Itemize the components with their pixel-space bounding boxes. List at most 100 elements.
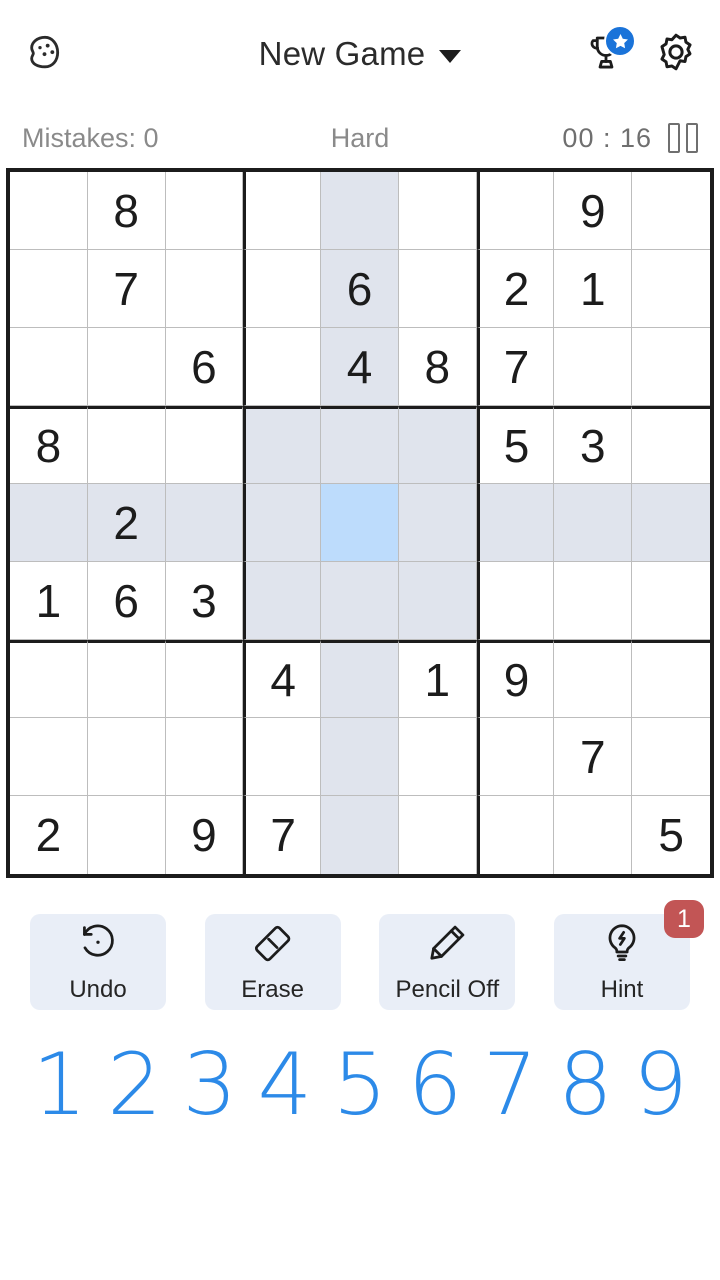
sudoku-cell-r6c2[interactable]: 6 xyxy=(87,562,166,640)
erase-button[interactable]: Erase xyxy=(204,914,341,1010)
sudoku-cell-r2c6[interactable] xyxy=(398,250,477,328)
numpad-key-3[interactable]: 3 xyxy=(172,1042,247,1128)
undo-button[interactable]: Undo xyxy=(30,914,166,1010)
sudoku-cell-r9c6[interactable] xyxy=(398,796,477,874)
sudoku-cell-r6c1[interactable]: 1 xyxy=(10,562,88,640)
numpad-key-2[interactable]: 2 xyxy=(97,1042,172,1128)
sudoku-cell-r4c1[interactable]: 8 xyxy=(10,406,88,484)
sudoku-cell-r1c9[interactable] xyxy=(632,172,710,250)
sudoku-cell-r9c9[interactable]: 5 xyxy=(632,796,710,874)
numpad-key-9[interactable]: 9 xyxy=(623,1042,698,1128)
sudoku-cell-r3c3[interactable]: 6 xyxy=(165,328,244,406)
sudoku-cell-r8c6[interactable] xyxy=(398,718,477,796)
sudoku-cell-r1c3[interactable] xyxy=(165,172,244,250)
sudoku-cell-r4c3[interactable] xyxy=(165,406,244,484)
numpad-key-5[interactable]: 5 xyxy=(322,1042,397,1128)
numpad-key-1[interactable]: 1 xyxy=(22,1042,97,1128)
sudoku-cell-r8c1[interactable] xyxy=(10,718,88,796)
sudoku-cell-r5c9[interactable] xyxy=(632,484,710,562)
sudoku-cell-r4c6[interactable] xyxy=(398,406,477,484)
sudoku-cell-r7c3[interactable] xyxy=(165,640,244,718)
sudoku-cell-r5c8[interactable] xyxy=(554,484,633,562)
sudoku-cell-r4c2[interactable] xyxy=(87,406,166,484)
sudoku-cell-r4c8[interactable]: 3 xyxy=(554,406,633,484)
new-game-dropdown-button[interactable]: New Game xyxy=(259,35,462,73)
hint-button[interactable]: 1 Hint xyxy=(553,900,704,1010)
sudoku-cell-r6c3[interactable]: 3 xyxy=(165,562,244,640)
sudoku-cell-r7c7[interactable]: 9 xyxy=(476,640,555,718)
sudoku-cell-r3c4[interactable] xyxy=(243,328,322,406)
numpad-key-6[interactable]: 6 xyxy=(398,1042,473,1128)
sudoku-cell-r6c6[interactable] xyxy=(398,562,477,640)
sudoku-cell-r3c8[interactable] xyxy=(554,328,633,406)
sudoku-cell-r7c5[interactable] xyxy=(321,640,399,718)
sudoku-cell-r6c8[interactable] xyxy=(554,562,633,640)
theme-palette-button[interactable] xyxy=(18,27,72,81)
sudoku-cell-r8c4[interactable] xyxy=(243,718,322,796)
sudoku-cell-r5c5[interactable] xyxy=(321,484,399,562)
sudoku-cell-r8c8[interactable]: 7 xyxy=(554,718,633,796)
sudoku-cell-r6c4[interactable] xyxy=(243,562,322,640)
sudoku-cell-r7c4[interactable]: 4 xyxy=(243,640,322,718)
sudoku-cell-r7c6[interactable]: 1 xyxy=(398,640,477,718)
number-pad[interactable]: 123456789 xyxy=(0,1010,720,1128)
sudoku-cell-r5c4[interactable] xyxy=(243,484,322,562)
sudoku-cell-r5c3[interactable] xyxy=(165,484,244,562)
sudoku-cell-r9c4[interactable]: 7 xyxy=(243,796,322,874)
sudoku-cell-r7c8[interactable] xyxy=(554,640,633,718)
sudoku-cell-r3c2[interactable] xyxy=(87,328,166,406)
sudoku-cell-r3c5[interactable]: 4 xyxy=(321,328,399,406)
sudoku-cell-r1c4[interactable] xyxy=(243,172,322,250)
sudoku-cell-r1c6[interactable] xyxy=(398,172,477,250)
sudoku-cell-r2c5[interactable]: 6 xyxy=(321,250,399,328)
sudoku-cell-r5c2[interactable]: 2 xyxy=(87,484,166,562)
sudoku-cell-r4c5[interactable] xyxy=(321,406,399,484)
sudoku-cell-r5c7[interactable] xyxy=(476,484,555,562)
numpad-key-8[interactable]: 8 xyxy=(548,1042,623,1128)
sudoku-cell-r8c7[interactable] xyxy=(476,718,555,796)
sudoku-cell-r9c8[interactable] xyxy=(554,796,633,874)
sudoku-cell-r7c9[interactable] xyxy=(632,640,710,718)
sudoku-cell-r7c1[interactable] xyxy=(10,640,88,718)
sudoku-cell-r2c9[interactable] xyxy=(632,250,710,328)
sudoku-cell-r9c2[interactable] xyxy=(87,796,166,874)
sudoku-cell-r8c5[interactable] xyxy=(321,718,399,796)
sudoku-board[interactable]: 8976216487853216341972975 xyxy=(6,168,714,878)
sudoku-cell-r3c7[interactable]: 7 xyxy=(476,328,555,406)
sudoku-cell-r2c4[interactable] xyxy=(243,250,322,328)
sudoku-cell-r2c7[interactable]: 2 xyxy=(476,250,555,328)
sudoku-cell-r6c9[interactable] xyxy=(632,562,710,640)
sudoku-cell-r3c9[interactable] xyxy=(632,328,710,406)
sudoku-cell-r3c6[interactable]: 8 xyxy=(398,328,477,406)
sudoku-cell-r6c7[interactable] xyxy=(476,562,555,640)
sudoku-cell-r6c5[interactable] xyxy=(321,562,399,640)
sudoku-cell-r8c3[interactable] xyxy=(165,718,244,796)
sudoku-cell-r8c2[interactable] xyxy=(87,718,166,796)
sudoku-cell-r2c8[interactable]: 1 xyxy=(554,250,633,328)
sudoku-cell-r5c6[interactable] xyxy=(398,484,477,562)
sudoku-cell-r2c2[interactable]: 7 xyxy=(87,250,166,328)
numpad-key-7[interactable]: 7 xyxy=(473,1042,548,1128)
sudoku-cell-r4c4[interactable] xyxy=(243,406,322,484)
sudoku-cell-r1c8[interactable]: 9 xyxy=(554,172,633,250)
sudoku-cell-r4c9[interactable] xyxy=(632,406,710,484)
sudoku-cell-r3c1[interactable] xyxy=(10,328,88,406)
numpad-key-4[interactable]: 4 xyxy=(247,1042,322,1128)
sudoku-cell-r7c2[interactable] xyxy=(87,640,166,718)
settings-button[interactable] xyxy=(650,27,702,81)
pause-icon[interactable] xyxy=(668,123,698,153)
sudoku-cell-r9c7[interactable] xyxy=(476,796,555,874)
sudoku-cell-r5c1[interactable] xyxy=(10,484,88,562)
sudoku-cell-r1c5[interactable] xyxy=(321,172,399,250)
sudoku-grid[interactable]: 8976216487853216341972975 xyxy=(10,172,710,874)
sudoku-cell-r2c1[interactable] xyxy=(10,250,88,328)
pencil-toggle-button[interactable]: Pencil Off xyxy=(379,914,516,1010)
sudoku-cell-r1c7[interactable] xyxy=(476,172,555,250)
sudoku-cell-r1c1[interactable] xyxy=(10,172,88,250)
trophy-button[interactable] xyxy=(580,25,636,81)
sudoku-cell-r9c5[interactable] xyxy=(321,796,399,874)
sudoku-cell-r9c3[interactable]: 9 xyxy=(165,796,244,874)
sudoku-cell-r1c2[interactable]: 8 xyxy=(87,172,166,250)
sudoku-cell-r4c7[interactable]: 5 xyxy=(476,406,555,484)
sudoku-cell-r2c3[interactable] xyxy=(165,250,244,328)
